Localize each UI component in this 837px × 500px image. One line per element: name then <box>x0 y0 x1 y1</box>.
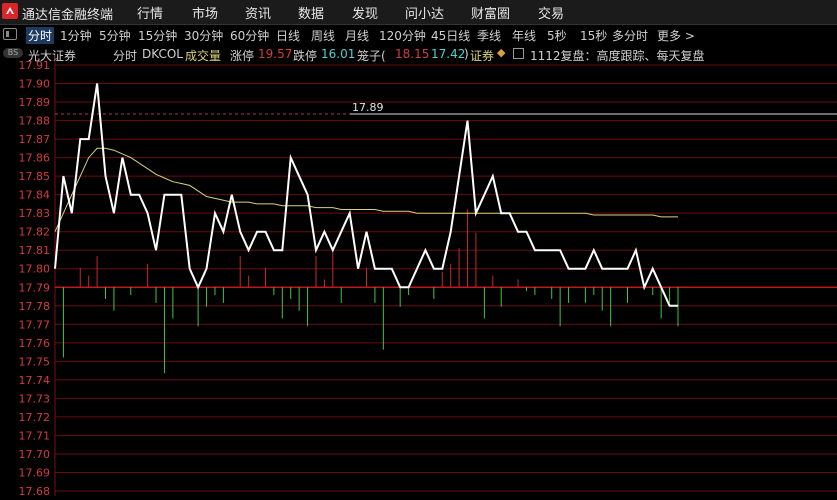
price-tick-label: 17.77 <box>19 318 51 331</box>
chart-grid <box>54 55 837 496</box>
price-tick-label: 17.68 <box>19 485 51 498</box>
price-tick-label: 17.70 <box>19 448 51 461</box>
price-tick-label: 17.80 <box>19 263 51 276</box>
price-tick-label: 17.71 <box>19 429 51 442</box>
price-tick-label: 17.72 <box>19 411 51 424</box>
price-tick-label: 17.84 <box>19 189 51 202</box>
price-tick-label: 17.86 <box>19 152 51 165</box>
price-tick-label: 17.91 <box>19 59 51 72</box>
price-tick-label: 17.88 <box>19 115 51 128</box>
price-tick-label: 17.89 <box>19 96 51 109</box>
price-tick-label: 17.90 <box>19 78 51 91</box>
price-tick-label: 17.75 <box>19 355 51 368</box>
price-tick-label: 17.79 <box>19 281 51 294</box>
price-tick-label: 17.76 <box>19 337 51 350</box>
price-tick-label: 17.78 <box>19 300 51 313</box>
price-tick-label: 17.73 <box>19 392 51 405</box>
volume-bars <box>62 209 679 374</box>
price-tick-label: 17.69 <box>19 466 51 479</box>
price-tick-label: 17.87 <box>19 133 51 146</box>
price-tick-label: 17.85 <box>19 170 51 183</box>
price-tick-label: 17.82 <box>19 226 51 239</box>
price-tick-label: 17.83 <box>19 207 51 220</box>
price-tick-label: 17.81 <box>19 244 51 257</box>
price-marker: 17.89 <box>55 101 837 115</box>
marker-price-label: 17.89 <box>352 101 384 114</box>
price-axis: 17.91 17.90 17.89 17.88 17.87 17.86 17.85 17.84… <box>19 59 51 498</box>
price-tick-label: 17.74 <box>19 374 51 387</box>
intraday-chart[interactable]: 17.91 17.90 17.89 17.88 17.87 17.86 17.85 17.84… <box>0 0 837 500</box>
